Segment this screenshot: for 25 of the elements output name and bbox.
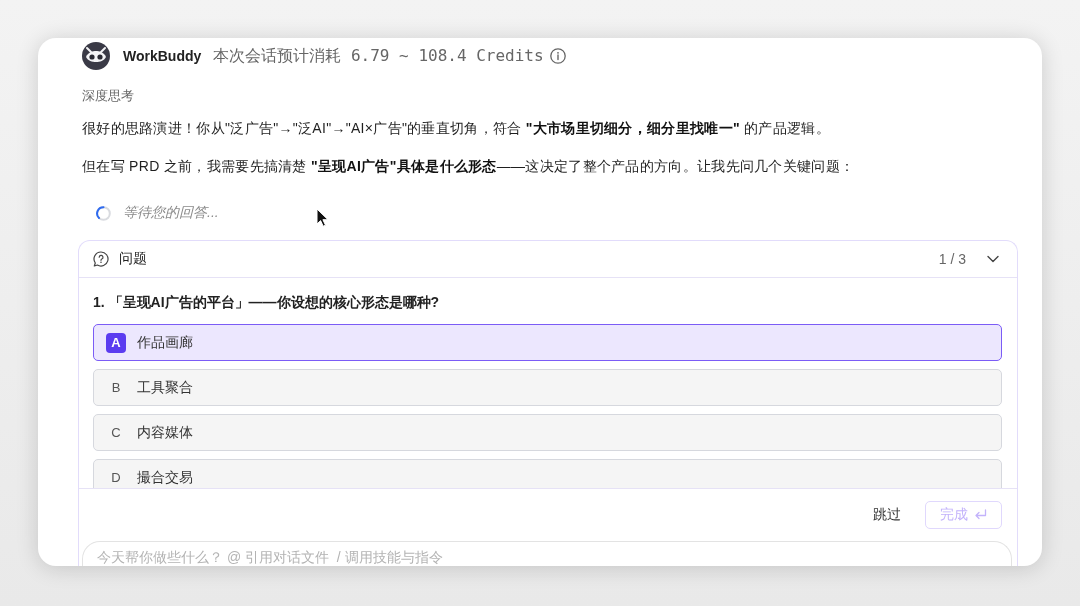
enter-key-icon	[974, 508, 987, 521]
loading-spinner-icon	[96, 205, 111, 221]
question-text: 1. 「呈现AI广告的平台」——你设想的核心形态是哪种?	[93, 293, 440, 312]
answer-option[interactable]: D 撮合交易	[93, 459, 1002, 488]
thinking-label: 深度思考	[82, 87, 134, 105]
message-paragraph: 但在写 PRD 之前，我需要先搞清楚 "呈现AI广告"具体是什么形态——这决定了整个产品的方向。让我先问几个关键问题：	[82, 157, 855, 176]
waiting-status: 等待您的回答...	[123, 204, 219, 222]
answer-option[interactable]: B 工具聚合	[93, 369, 1002, 406]
option-letter: A	[106, 332, 126, 353]
skip-button[interactable]: 跳过	[873, 505, 901, 524]
option-letter: C	[110, 424, 122, 442]
mouse-pointer-icon	[316, 208, 328, 227]
message-paragraph: 很好的思路演进！你从"泛广告"→"泛AI"→"AI×广告"的垂直切角，符合 "大市场里切细分，细分里找唯一" 的产品逻辑。	[82, 119, 830, 138]
info-icon[interactable]	[549, 48, 566, 64]
chat-input[interactable]: 今天帮你做些什么？ @ 引用对话文件 / 调用技能与指令	[82, 541, 1012, 566]
question-counter: 1 / 3	[938, 251, 966, 267]
credits-estimate: 本次会话预计消耗 6.79 ~ 108.4 Credits	[213, 45, 544, 67]
answer-option[interactable]: C 内容媒体	[93, 414, 1002, 451]
assistant-name: WorkBuddy	[123, 48, 202, 64]
answer-option[interactable]: A 作品画廊	[93, 324, 1002, 361]
option-letter: B	[110, 379, 122, 397]
robot-avatar-icon	[82, 42, 110, 70]
question-bubble-icon	[93, 251, 109, 267]
option-letter: D	[110, 469, 122, 487]
panel-title: 问题	[119, 250, 147, 268]
